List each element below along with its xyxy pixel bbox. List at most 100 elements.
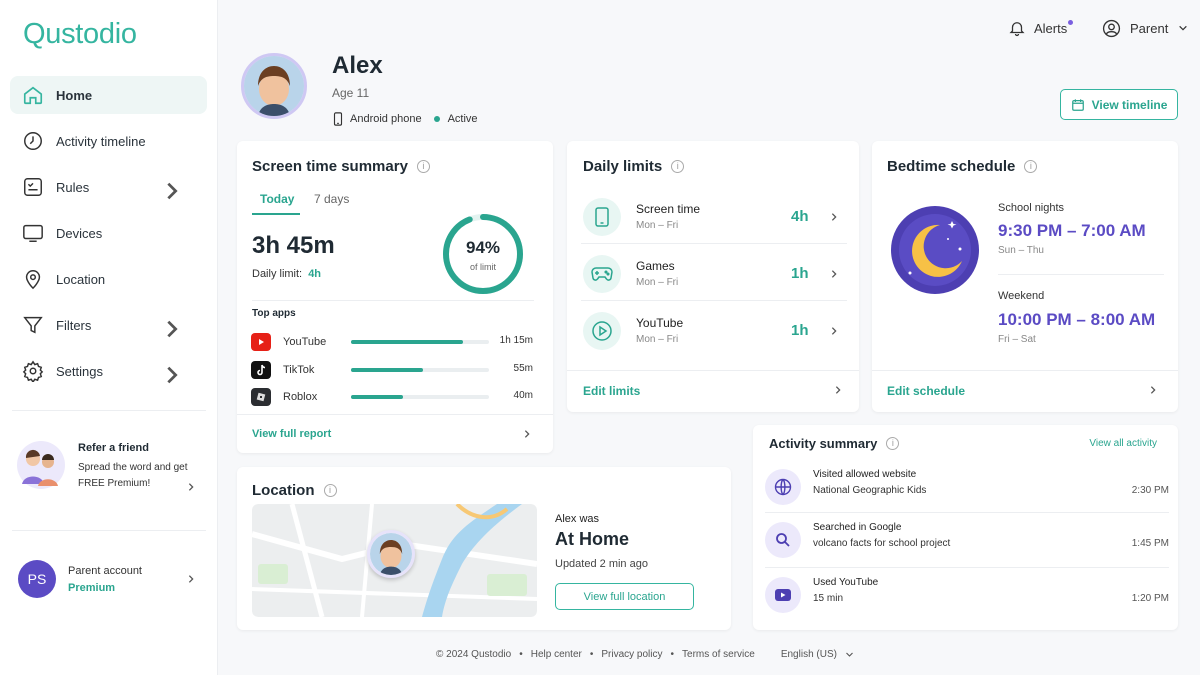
view-full-location-button[interactable]: View full location: [555, 583, 694, 610]
home-icon: [23, 86, 43, 105]
chevron-right-icon: [167, 320, 178, 338]
info-icon[interactable]: i: [1024, 160, 1038, 173]
row-divider: [765, 567, 1169, 568]
refer-title: Refer a friend: [78, 442, 149, 454]
activity-row-search[interactable]: Searched in Google volcano facts for sch…: [765, 516, 1169, 566]
limit-days: Mon – Fri: [636, 220, 679, 231]
view-full-location-label: View full location: [583, 590, 666, 603]
screen-time-total: 3h 45m: [252, 232, 335, 259]
sidebar-item-filters[interactable]: Filters: [10, 306, 207, 344]
top-apps-label: Top apps: [252, 308, 296, 319]
app-row-roblox[interactable]: Roblox 40m: [251, 387, 533, 407]
sidebar-item-location[interactable]: Location: [10, 260, 207, 298]
activity-row-youtube[interactable]: Used YouTube 15 min 1:20 PM: [765, 571, 1169, 621]
sidebar-item-label: Location: [56, 271, 106, 287]
view-full-report-link[interactable]: View full report: [252, 428, 331, 440]
view-all-activity-link[interactable]: View all activity: [1089, 438, 1157, 449]
sidebar-item-rules[interactable]: Rules: [10, 168, 207, 206]
usage-bar: [351, 368, 489, 372]
user-menu[interactable]: Parent: [1102, 18, 1188, 38]
app-name: YouTube: [283, 336, 327, 348]
daily-limit: Daily limit: 4h: [252, 268, 321, 280]
sidebar-item-label: Activity timeline: [56, 133, 146, 149]
chevron-right-icon: [831, 270, 837, 278]
family-illustration: [17, 441, 65, 489]
limit-name: YouTube: [636, 316, 684, 330]
moon-illustration: [891, 206, 979, 294]
info-icon[interactable]: i: [416, 160, 430, 173]
chevron-right-icon: [167, 182, 178, 200]
language-select[interactable]: English (US): [781, 649, 854, 660]
sidebar-item-settings[interactable]: Settings: [10, 352, 207, 390]
account-plan: Premium: [68, 582, 116, 594]
chevron-right-icon: [835, 386, 841, 394]
app-row-tiktok[interactable]: TikTok 55m: [251, 360, 533, 380]
activity-detail: National Geographic Kids: [813, 485, 927, 496]
weekend-label: Weekend: [998, 290, 1045, 302]
info-icon[interactable]: i: [671, 160, 685, 173]
qustodio-logo[interactable]: Qustodio: [23, 18, 137, 51]
child-age: Age 11: [332, 86, 370, 100]
filter-icon: [23, 316, 43, 334]
location-title: Location i: [252, 482, 337, 499]
alerts-button[interactable]: Alerts: [1008, 18, 1074, 38]
terms-link[interactable]: Terms of service: [682, 649, 755, 660]
tab-today[interactable]: Today: [260, 192, 294, 206]
parent-account[interactable]: PS Parent account Premium: [18, 558, 208, 602]
daily-limits-card: Daily limits i Screen time Mon – Fri 4h G…: [567, 141, 859, 412]
activity-title: Searched in Google: [813, 522, 902, 533]
card-title-text: Activity summary: [769, 436, 878, 451]
row-divider: [765, 512, 1169, 513]
app-time: 40m: [513, 390, 533, 401]
edit-limits-link[interactable]: Edit limits: [583, 384, 640, 398]
school-nights-days: Sun – Thu: [998, 245, 1044, 256]
sidebar-item-devices[interactable]: Devices: [10, 214, 207, 252]
limit-name: Games: [636, 259, 675, 273]
sidebar-item-activity-timeline[interactable]: Activity timeline: [10, 122, 207, 160]
limit-row-youtube[interactable]: YouTube Mon – Fri 1h: [581, 306, 847, 358]
edit-schedule-link[interactable]: Edit schedule: [887, 384, 965, 398]
bell-icon: [1009, 22, 1025, 37]
info-icon[interactable]: i: [323, 484, 337, 497]
child-name: Alex: [332, 52, 383, 79]
activity-title: Visited allowed website: [813, 469, 917, 480]
child-photo: [370, 533, 412, 575]
limit-value: 1h: [791, 322, 809, 339]
bedtime-title: Bedtime schedule i: [887, 158, 1038, 175]
sidebar-item-label: Devices: [56, 225, 103, 241]
tab-underline: [252, 213, 300, 215]
refer-a-friend[interactable]: Refer a friend Spread the word and get F…: [16, 436, 206, 496]
view-timeline-label: View timeline: [1091, 97, 1168, 112]
youtube-icon: [251, 333, 271, 351]
sidebar-item-label: Settings: [56, 363, 103, 379]
usage-bar: [351, 395, 489, 399]
privacy-policy-link[interactable]: Privacy policy: [601, 649, 662, 660]
copyright: © 2024 Qustodio: [436, 649, 512, 660]
activity-row-website[interactable]: Visited allowed website National Geograp…: [765, 463, 1169, 513]
sidebar-item-home[interactable]: Home: [10, 76, 207, 114]
user-icon: [1102, 19, 1121, 37]
help-center-link[interactable]: Help center: [531, 649, 582, 660]
tab-7-days[interactable]: 7 days: [314, 192, 349, 206]
chevron-right-icon: [167, 366, 178, 384]
limit-row-games[interactable]: Games Mon – Fri 1h: [581, 249, 847, 301]
limit-days: Mon – Fri: [636, 277, 679, 288]
sidebar-nav: Home Activity timeline Rules Devices Loc…: [10, 76, 207, 398]
view-timeline-button[interactable]: View timeline: [1060, 89, 1178, 120]
app-row-youtube[interactable]: YouTube 1h 15m: [251, 332, 533, 352]
daily-limit-value: 4h: [308, 268, 322, 280]
section-divider: [567, 370, 859, 371]
search-icon: [765, 522, 801, 558]
device-name: Android phone: [350, 113, 422, 125]
chevron-right-icon: [524, 430, 530, 438]
card-title-text: Screen time summary: [252, 158, 408, 175]
limit-row-screen-time[interactable]: Screen time Mon – Fri 4h: [581, 192, 847, 244]
section-divider: [252, 300, 534, 301]
sidebar-divider: [12, 410, 206, 411]
app-time: 1h 15m: [499, 335, 533, 346]
play-circle-icon: [583, 312, 621, 350]
map-pin[interactable]: [367, 530, 415, 578]
app-name: Roblox: [283, 391, 318, 403]
activity-title: Used YouTube: [813, 577, 879, 588]
info-icon[interactable]: i: [886, 437, 900, 450]
